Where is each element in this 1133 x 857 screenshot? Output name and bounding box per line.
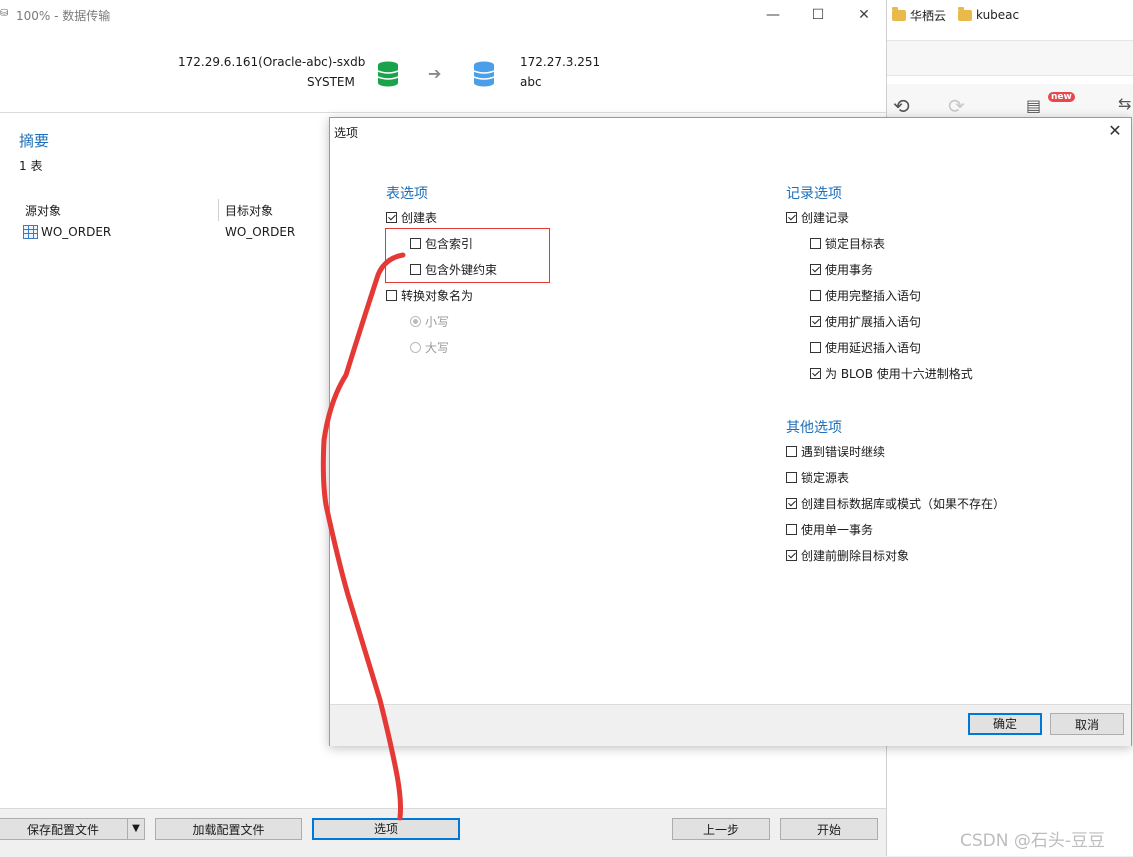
annotation-arrow [320, 252, 406, 821]
watermark: CSDN @石头-豆豆 [960, 831, 1106, 851]
annotation-stroke [320, 252, 406, 821]
